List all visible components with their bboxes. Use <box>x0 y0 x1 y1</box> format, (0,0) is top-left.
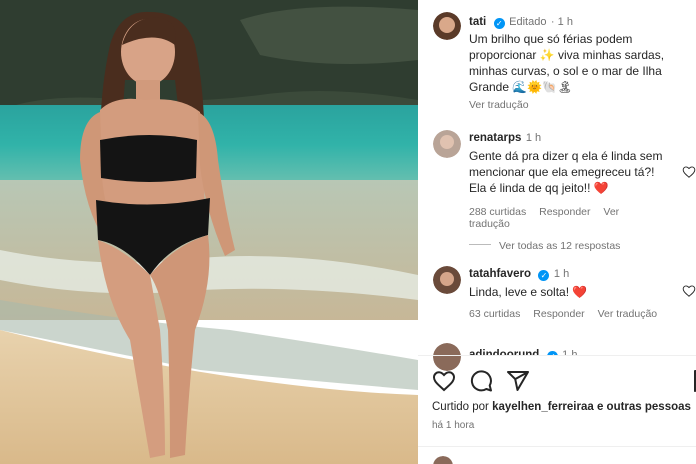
comment-username[interactable]: tatahfavero <box>469 268 531 280</box>
reply-button[interactable]: Responder <box>539 206 590 218</box>
beach-photo-image <box>0 0 418 464</box>
comment-time: 1 h <box>525 132 542 144</box>
comment-icon[interactable] <box>469 369 493 393</box>
comment-item: tatahfavero ✓ 1 h Linda, leve e solta! ❤… <box>469 266 669 320</box>
post-photo[interactable] <box>0 0 418 464</box>
current-user-avatar <box>433 456 453 464</box>
author-avatar[interactable] <box>433 12 461 40</box>
comment-text: Gente dá pra dizer q ela é linda sem men… <box>469 149 663 195</box>
heart-icon[interactable] <box>432 369 456 393</box>
author-username[interactable]: tati <box>469 16 486 28</box>
comment-item: renatarps 1 h Gente dá pra dizer q ela é… <box>469 130 669 230</box>
divider <box>418 446 696 447</box>
commenter-avatar[interactable] <box>433 343 461 371</box>
comment-time: 1 h <box>553 268 570 280</box>
edited-label: Editado <box>509 16 547 28</box>
liked-by-user[interactable]: kayelhen_ferreiraa <box>492 401 594 413</box>
reply-button[interactable]: Responder <box>533 308 584 320</box>
verified-icon: ✓ <box>493 18 505 29</box>
comment-like-heart-icon[interactable] <box>682 165 696 179</box>
liked-by-suffix[interactable]: e outras pessoas <box>597 401 691 413</box>
comment-item: adindoorund ✓ 1 h <box>469 345 669 355</box>
comment-translate-link[interactable]: Ver tradução <box>598 308 658 320</box>
commenter-avatar[interactable] <box>433 266 461 294</box>
caption-text: Um brilho que só férias podem proporcion… <box>469 32 665 94</box>
caption-translate-link[interactable]: Ver tradução <box>469 99 689 111</box>
comment-likes[interactable]: 63 curtidas <box>469 308 520 320</box>
bookmark-icon[interactable] <box>690 369 696 393</box>
comment-likes[interactable]: 288 curtidas <box>469 206 526 218</box>
liked-by: Curtido por kayelhen_ferreiraa e outras … <box>432 401 696 413</box>
commenter-avatar[interactable] <box>433 130 461 158</box>
post-panel: tati ✓ Editado · 1 h Um brilho que só fé… <box>418 0 696 464</box>
comment-text: Linda, leve e solta! ❤️ <box>469 285 588 299</box>
view-replies-link[interactable]: Ver todas as 12 respostas <box>469 236 620 254</box>
comment-username[interactable]: renatarps <box>469 132 521 144</box>
post-timestamp: há 1 hora <box>432 420 475 431</box>
divider <box>418 355 696 356</box>
verified-icon: ✓ <box>538 270 550 281</box>
post-time: 1 h <box>557 16 573 28</box>
share-icon[interactable] <box>506 369 530 393</box>
comment-like-heart-icon[interactable] <box>682 284 696 298</box>
caption-block: tati ✓ Editado · 1 h Um brilho que só fé… <box>469 14 689 111</box>
liked-by-prefix: Curtido por <box>432 401 489 413</box>
